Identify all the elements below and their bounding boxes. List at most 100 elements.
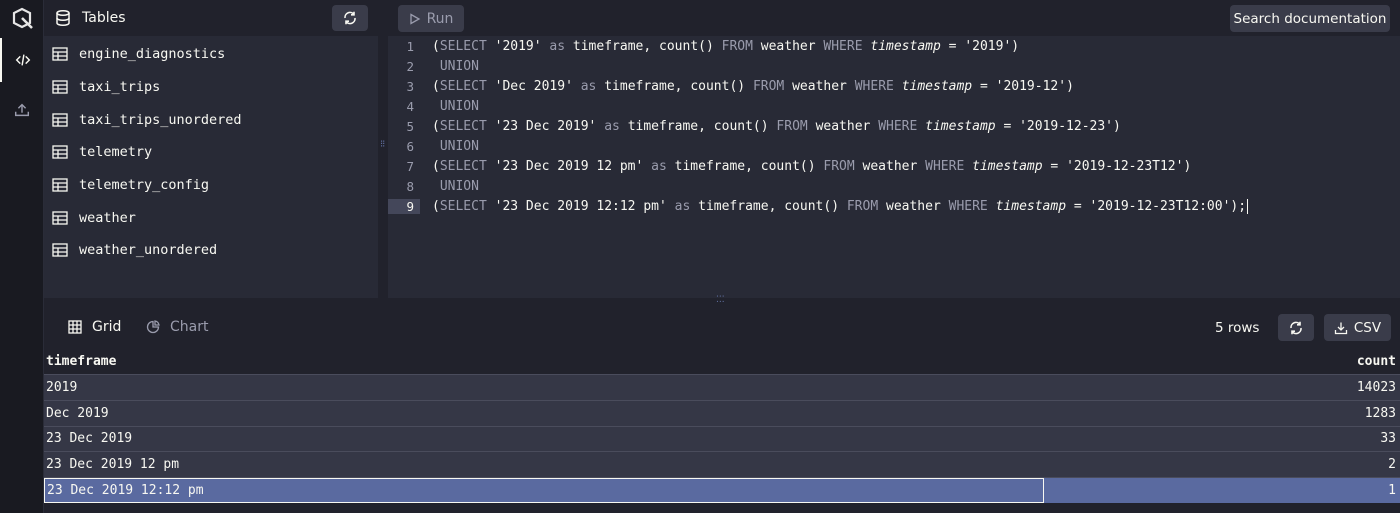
- identifier: timeframe,: [698, 199, 777, 215]
- paren: (: [432, 159, 440, 175]
- keyword-as: as: [549, 38, 566, 54]
- table-item-weather[interactable]: weather: [44, 201, 378, 234]
- code-text: (SELECT 'Dec 2019' as timeframe, count()…: [420, 79, 1074, 94]
- code-text: (SELECT '23 Dec 2019 12 pm' as timeframe…: [420, 159, 1191, 174]
- keyword-union: UNION: [439, 58, 479, 74]
- text-cursor: [1247, 199, 1249, 215]
- vertical-splitter[interactable]: ⁝⁝: [378, 0, 388, 298]
- operator: =: [979, 78, 988, 94]
- table-icon: [52, 113, 68, 127]
- code-line[interactable]: 7 (SELECT '23 Dec 2019 12 pm' as timefram…: [388, 157, 1400, 177]
- code-line[interactable]: 5 (SELECT '23 Dec 2019' as timeframe, cou…: [388, 116, 1400, 136]
- keyword-where: WHERE: [948, 199, 988, 215]
- code-line[interactable]: 1 (SELECT '2019' as timeframe, count() FR…: [388, 36, 1400, 56]
- table-row[interactable]: 23 Dec 2019 33: [44, 425, 1400, 452]
- column-header-count[interactable]: count: [1044, 354, 1400, 369]
- operator: =: [1050, 159, 1059, 175]
- horizontal-splitter[interactable]: ⁚⁚⁚: [44, 296, 1400, 308]
- table-list: engine_diagnostics taxi_trips taxi_trips_u…: [44, 36, 378, 267]
- column-header-timeframe[interactable]: timeframe: [44, 354, 1044, 369]
- table-item-taxi-trips[interactable]: taxi_trips: [44, 71, 378, 104]
- refresh-tables-button[interactable]: [332, 5, 368, 31]
- cell-count[interactable]: 33: [1044, 431, 1400, 446]
- code-text: UNION: [420, 59, 479, 74]
- code-text: (SELECT '2019' as timeframe, count() FRO…: [420, 39, 1019, 54]
- code-line[interactable]: 2 UNION: [388, 56, 1400, 76]
- code-line[interactable]: 6 UNION: [388, 136, 1400, 156]
- run-label: Run: [426, 10, 454, 27]
- code-line[interactable]: 4 UNION: [388, 96, 1400, 116]
- table-item-telemetry[interactable]: telemetry: [44, 136, 378, 169]
- keyword-as: as: [580, 78, 597, 94]
- search-documentation-button[interactable]: Search documentation: [1230, 5, 1390, 32]
- function-call: count(): [760, 159, 816, 175]
- code-editor-icon[interactable]: [0, 38, 44, 82]
- table-row[interactable]: 23 Dec 2019 12 pm 2: [44, 451, 1400, 478]
- line-number: 4: [406, 98, 414, 114]
- keyword-select: SELECT: [439, 159, 487, 175]
- keyword-from: FROM: [721, 38, 753, 54]
- cell-count[interactable]: 1283: [1044, 406, 1400, 421]
- cell-count[interactable]: 2: [1044, 457, 1400, 472]
- table-icon: [52, 47, 68, 61]
- refresh-results-button[interactable]: [1278, 314, 1314, 341]
- table-item-taxi-trips-unordered[interactable]: taxi_trips_unordered: [44, 103, 378, 136]
- table-icon: [52, 243, 68, 258]
- table-item-weather-unordered[interactable]: weather_unordered: [44, 234, 378, 267]
- line-number: 8: [406, 179, 414, 195]
- code-line[interactable]: 9 (SELECT '23 Dec 2019 12:12 pm' as timef…: [388, 197, 1400, 217]
- tab-chart[interactable]: Chart: [146, 319, 208, 335]
- keyword-from: FROM: [776, 118, 808, 134]
- keyword-as: as: [674, 199, 691, 215]
- line-number: 6: [406, 139, 414, 155]
- keyword-from: FROM: [752, 78, 785, 94]
- upload-icon[interactable]: [0, 88, 44, 132]
- table-row[interactable]: 23 Dec 2019 12:12 pm 1: [44, 477, 1400, 503]
- grid-body: 2019 14023 Dec 2019 1283 23 Dec 2019 33 23 Dec…: [44, 374, 1400, 503]
- paren: (: [432, 38, 440, 54]
- keyword-where: WHERE: [823, 38, 863, 54]
- paren: );: [1230, 199, 1247, 215]
- string-literal: '23 Dec 2019 12 pm': [494, 159, 644, 175]
- editor-toolbar: Run Search documentation: [388, 0, 1400, 36]
- string-literal: '2019': [964, 38, 1012, 54]
- table-item-telemetry-config[interactable]: telemetry_config: [44, 169, 378, 202]
- operator: =: [948, 38, 957, 54]
- cell-timeframe[interactable]: 23 Dec 2019 12:12 pm: [44, 478, 1044, 503]
- keyword-as: as: [651, 159, 667, 175]
- tables-header: Tables: [44, 0, 378, 36]
- sql-editor[interactable]: 1 (SELECT '2019' as timeframe, count() FR…: [388, 36, 1400, 298]
- identifier: timeframe,: [627, 118, 706, 134]
- table-row[interactable]: 2019 14023: [44, 374, 1400, 400]
- cell-timeframe[interactable]: 23 Dec 2019 12 pm: [44, 452, 1044, 477]
- run-button[interactable]: Run: [398, 5, 464, 32]
- code-line[interactable]: 8 UNION: [388, 177, 1400, 197]
- keyword-from: FROM: [846, 199, 879, 215]
- activity-rail: [0, 0, 44, 513]
- pie-chart-icon: [146, 320, 160, 334]
- keyword-where: WHERE: [925, 159, 965, 175]
- tab-chart-label: Chart: [170, 319, 209, 335]
- cell-timeframe[interactable]: Dec 2019: [44, 401, 1044, 426]
- code-line[interactable]: 3 (SELECT 'Dec 2019' as timeframe, count(…: [388, 76, 1400, 96]
- table-name: taxi_trips: [79, 79, 161, 96]
- cell-timeframe[interactable]: 23 Dec 2019: [44, 427, 1044, 452]
- tables-panel: Tables engine_diagnostics taxi_trips taxi_…: [44, 0, 378, 298]
- grid-header: timeframe count: [44, 348, 1400, 374]
- table-row[interactable]: Dec 2019 1283: [44, 399, 1400, 426]
- table-item-engine-diagnostics[interactable]: engine_diagnostics: [44, 38, 378, 71]
- cell-count[interactable]: 14023: [1044, 380, 1400, 395]
- tab-grid[interactable]: Grid: [68, 319, 121, 335]
- column-name: timestamp: [972, 159, 1043, 175]
- keyword-select: SELECT: [439, 38, 487, 54]
- table-icon: [52, 211, 68, 225]
- drag-handle-icon[interactable]: ⁝⁝: [380, 140, 385, 150]
- cell-count[interactable]: 1: [1044, 483, 1400, 498]
- csv-export-button[interactable]: CSV: [1324, 314, 1391, 341]
- cell-timeframe[interactable]: 2019: [44, 375, 1044, 400]
- line-number: 9: [388, 199, 420, 215]
- table-name: taxi_trips_unordered: [79, 111, 242, 128]
- keyword-select: SELECT: [439, 78, 487, 94]
- drag-handle-icon[interactable]: ⁚⁚⁚: [716, 296, 725, 305]
- keyword-union: UNION: [439, 179, 479, 195]
